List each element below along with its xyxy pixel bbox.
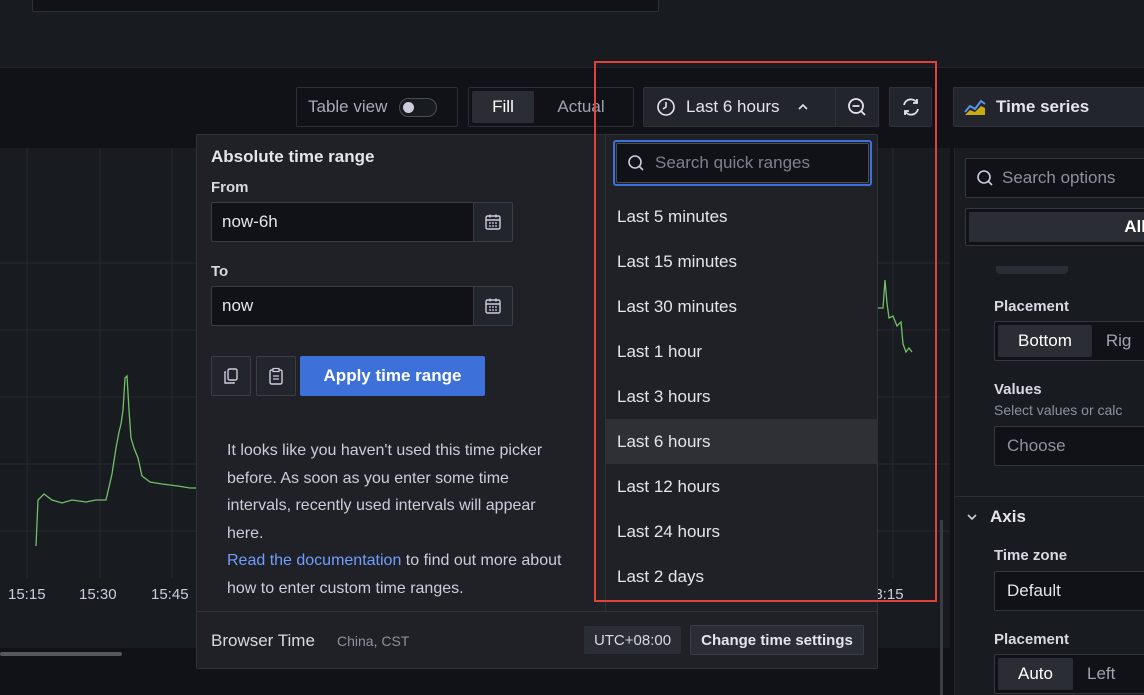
to-label: To [211,263,229,280]
search-icon [977,170,993,186]
legend-placement-label: Placement [994,298,1070,315]
calendar-icon [485,214,501,230]
clipboard-icon [269,367,283,385]
viz-picker-label: Time series [996,97,1090,116]
quick-range-item[interactable]: Last 15 minutes [606,239,878,284]
quick-range-item[interactable]: Last 30 minutes [606,284,878,329]
info-message: It looks like you haven't used this time… [227,442,543,542]
refresh-icon [902,98,919,116]
from-value[interactable]: now-6h [212,212,473,232]
series-line-right [878,279,913,354]
quick-range-item[interactable]: Last 1 hour [606,329,878,374]
copy-time-range-button[interactable] [211,356,251,396]
refresh-button[interactable] [889,87,932,127]
axis-section-header[interactable]: Axis [966,507,1026,527]
tab-all[interactable]: All [969,212,1144,242]
utc-offset-badge: UTC+08:00 [584,626,681,654]
quick-range-item[interactable]: Last 6 hours [606,419,878,464]
quick-ranges-search[interactable] [616,143,869,183]
to-field[interactable]: now [211,286,513,326]
quick-range-item[interactable]: Last 24 hours [606,509,878,554]
copy-icon [224,368,238,384]
browser-time-zone: China, CST [337,633,410,649]
x-tick-1530: 15:30 [79,586,117,603]
calendar-from-button[interactable] [473,203,512,241]
collapsed-control [996,266,1068,274]
panel-title-input[interactable] [32,0,659,12]
axis-section-title: Axis [990,507,1026,526]
search-icon [628,155,644,171]
chevron-down-icon [967,514,977,521]
visualization-picker[interactable]: Time series [953,87,1144,127]
legend-placement-segment: Bottom Rig [994,321,1144,361]
vertical-scrollbar[interactable] [940,520,943,695]
zoom-out-button[interactable] [836,87,879,127]
placement-left-button[interactable]: Left [1075,658,1127,690]
horizontal-scrollbar[interactable] [0,652,122,656]
table-view-toggle[interactable]: Table view [296,87,458,127]
chevron-up-icon [797,103,808,110]
fill-button[interactable]: Fill [472,91,534,123]
quick-ranges-search-input[interactable] [653,152,867,174]
docs-link[interactable]: Read the documentation [227,552,401,569]
from-field[interactable]: now-6h [211,202,513,242]
calendar-icon [485,298,501,314]
axis-placement-label: Placement [994,631,1070,648]
options-search-placeholder: Search options [1002,168,1116,187]
time-series-icon [964,99,986,115]
change-time-settings-button[interactable]: Change time settings [690,625,864,655]
apply-time-range-button[interactable]: Apply time range [300,356,485,396]
timezone-label: Time zone [994,547,1068,564]
timezone-select[interactable]: Default [994,571,1144,611]
zoom-out-icon [848,98,866,116]
quick-range-item[interactable]: Last 5 minutes [606,194,878,239]
actual-button[interactable]: Actual [536,91,626,123]
options-search-input[interactable]: Search options [965,158,1144,198]
x-tick-1545: 15:45 [151,586,189,603]
section-divider [955,496,1144,497]
quick-range-item[interactable]: Last 2 days [606,554,878,599]
absolute-range-title: Absolute time range [211,147,375,166]
to-value[interactable]: now [212,296,473,316]
browser-time-label: Browser Time [211,631,315,650]
time-range-label: Last 6 hours [686,97,780,116]
placement-right-button[interactable]: Rig [1094,325,1144,357]
placement-auto-button[interactable]: Auto [998,658,1073,690]
quick-range-item[interactable]: Last 12 hours [606,464,878,509]
quick-range-item[interactable]: Last 3 hours [606,374,878,419]
values-label: Values [994,381,1042,398]
axis-placement-segment: Auto Left [994,654,1144,694]
options-tab-group: All [965,208,1144,246]
time-range-button[interactable]: Last 6 hours [643,87,836,127]
from-label: From [211,179,249,196]
toggle-switch[interactable] [399,97,438,117]
picker-info-text: It looks like you haven't used this time… [227,437,567,603]
fill-actual-segment: Fill Actual [468,87,634,127]
placement-bottom-button[interactable]: Bottom [998,325,1092,357]
table-view-label: Table view [308,97,388,116]
x-tick-1515: 15:15 [8,586,46,603]
values-description: Select values or calc [994,402,1123,418]
clock-icon [657,98,675,116]
calendar-to-button[interactable] [473,287,512,325]
paste-time-range-button[interactable] [256,356,296,396]
values-select[interactable]: Choose [994,426,1144,466]
